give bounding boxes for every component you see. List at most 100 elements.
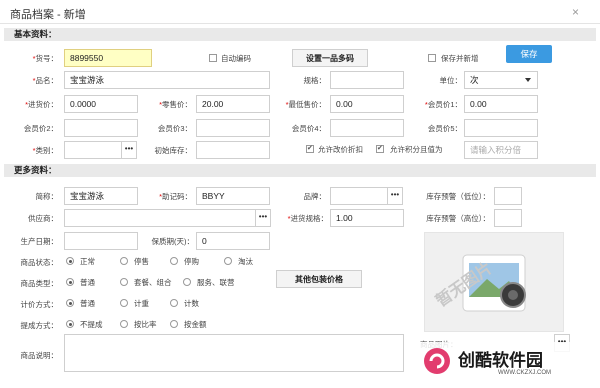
purchase-spec-input[interactable]: 1.00	[330, 209, 404, 227]
commission-radio-ratio[interactable]	[120, 320, 128, 328]
initial-stock-input[interactable]	[196, 141, 270, 159]
one-item-multi-code-button[interactable]: 设置一品多码	[292, 49, 368, 67]
status-option-stop-sale: 停售	[134, 257, 149, 266]
supplier-label: 供应商：	[28, 214, 58, 223]
type-radio-normal[interactable]	[66, 278, 74, 286]
status-radio-stop-purchase[interactable]	[170, 257, 178, 265]
production-date-label: 生产日期：	[20, 237, 59, 246]
category-input[interactable]	[64, 141, 122, 159]
brand-logo-icon	[424, 348, 450, 374]
supplier-more-icon[interactable]: •••	[255, 209, 271, 227]
status-radio-normal[interactable]	[66, 257, 74, 265]
member-price3-input[interactable]	[196, 119, 270, 137]
code-input[interactable]: 8899550	[64, 49, 152, 67]
member-price3-label: 会员价3：	[157, 124, 192, 133]
pricing-radio-weight[interactable]	[120, 299, 128, 307]
unit-label: 单位：	[439, 76, 463, 85]
min-price-input[interactable]: 0.00	[330, 95, 404, 113]
category-label: *类别：	[32, 146, 58, 155]
pricing-option-weight: 计重	[134, 299, 149, 308]
abbr-input[interactable]: 宝宝游泳	[64, 187, 138, 205]
purchase-spec-label: *进货规格：	[287, 214, 328, 223]
retail-price-label: *零售价：	[159, 100, 192, 109]
commission-radio-none[interactable]	[66, 320, 74, 328]
type-option-normal: 普通	[80, 278, 95, 287]
member-price1-label: *会员价1：	[424, 100, 462, 109]
name-input[interactable]: 宝宝游泳	[64, 71, 270, 89]
stock-warn-low-input[interactable]	[494, 187, 522, 205]
pricing-option-normal: 普通	[80, 299, 95, 308]
pricing-option-count: 计数	[184, 299, 199, 308]
status-radio-stop-sale[interactable]	[120, 257, 128, 265]
commission-option-ratio: 按比率	[134, 320, 157, 329]
member-price2-input[interactable]	[64, 119, 138, 137]
category-more-icon[interactable]: •••	[121, 141, 137, 159]
brand-name: 创酷软件园	[458, 351, 543, 371]
purchase-price-label: *进货价：	[25, 100, 58, 109]
status-option-normal: 正常	[80, 257, 95, 266]
commission-label: 提成方式：	[20, 321, 59, 330]
spec-input[interactable]	[330, 71, 404, 89]
type-option-combo: 套餐、组合	[134, 278, 172, 287]
pricing-label: 计价方式：	[20, 300, 59, 309]
auto-code-label: 自动编码	[221, 54, 251, 63]
allow-discount-label: 允许改价折扣	[318, 145, 363, 154]
type-radio-service[interactable]	[183, 278, 191, 286]
min-price-label: *最低售价：	[285, 100, 326, 109]
status-option-stop-purchase: 停购	[184, 257, 199, 266]
member-price5-input[interactable]	[464, 119, 538, 137]
brand-input[interactable]	[330, 187, 388, 205]
commission-radio-amount[interactable]	[170, 320, 178, 328]
type-label: 商品类型：	[20, 279, 59, 288]
commission-option-none: 不提成	[80, 320, 103, 329]
pricing-radio-normal[interactable]	[66, 299, 74, 307]
section-basic-heading: 基本资料：	[4, 28, 596, 41]
type-radio-combo[interactable]	[120, 278, 128, 286]
product-image-placeholder[interactable]: 暂无图片	[424, 232, 564, 332]
status-radio-obsolete[interactable]	[224, 257, 232, 265]
description-label: 商品说明：	[20, 351, 59, 360]
mnemonic-input[interactable]: BBYY	[196, 187, 270, 205]
status-label: 商品状态：	[20, 258, 59, 267]
pricing-radio-count[interactable]	[170, 299, 178, 307]
save-and-new-label: 保存并新增	[441, 54, 479, 63]
member-price4-input[interactable]	[330, 119, 404, 137]
status-option-obsolete: 淘汰	[238, 257, 253, 266]
allow-points-checkbox[interactable]	[376, 144, 384, 153]
type-option-service: 服务、联营	[197, 278, 235, 287]
spec-label: 规格：	[303, 76, 327, 85]
member-price4-label: 会员价4：	[291, 124, 326, 133]
stock-warn-high-input[interactable]	[494, 209, 522, 227]
title-bar	[0, 0, 600, 24]
shelf-life-input[interactable]: 0	[196, 232, 270, 250]
unit-select-value: 次	[470, 75, 479, 85]
section-more-heading: 更多资料：	[4, 164, 596, 177]
retail-price-input[interactable]: 20.00	[196, 95, 270, 113]
auto-code-checkbox[interactable]	[209, 54, 217, 62]
member-price2-label: 会员价2：	[23, 124, 58, 133]
abbr-label: 简称：	[35, 192, 59, 201]
brand-label: 品牌：	[303, 192, 327, 201]
initial-stock-label: 初始库存：	[154, 146, 193, 155]
save-button[interactable]: 保存	[506, 45, 552, 63]
member-price5-label: 会员价5：	[427, 124, 462, 133]
points-input[interactable]: 请输入积分倍	[464, 141, 538, 159]
purchase-price-input[interactable]: 0.0000	[64, 95, 138, 113]
other-pack-price-button[interactable]: 其他包装价格	[276, 270, 362, 288]
stock-warn-high-label: 库存预警（高位）：	[426, 214, 490, 223]
description-textarea[interactable]	[64, 334, 404, 372]
production-date-input[interactable]	[64, 232, 138, 250]
chevron-down-icon[interactable]	[525, 78, 531, 82]
save-and-new-checkbox[interactable]	[428, 54, 436, 62]
brand-more-icon[interactable]: •••	[387, 187, 403, 205]
name-label: *品名：	[32, 76, 58, 85]
close-icon[interactable]: ×	[572, 5, 579, 19]
window-title: 商品档案 - 新增	[10, 9, 86, 21]
commission-option-amount: 按金额	[184, 320, 207, 329]
brand-url: WWW.CKZXJ.COM	[498, 370, 551, 376]
allow-discount-checkbox[interactable]	[306, 144, 314, 153]
code-label: *货号：	[32, 54, 58, 63]
member-price1-input[interactable]: 0.00	[464, 95, 538, 113]
supplier-input[interactable]	[64, 209, 256, 227]
stock-warn-low-label: 库存预警（低位）：	[426, 192, 490, 201]
